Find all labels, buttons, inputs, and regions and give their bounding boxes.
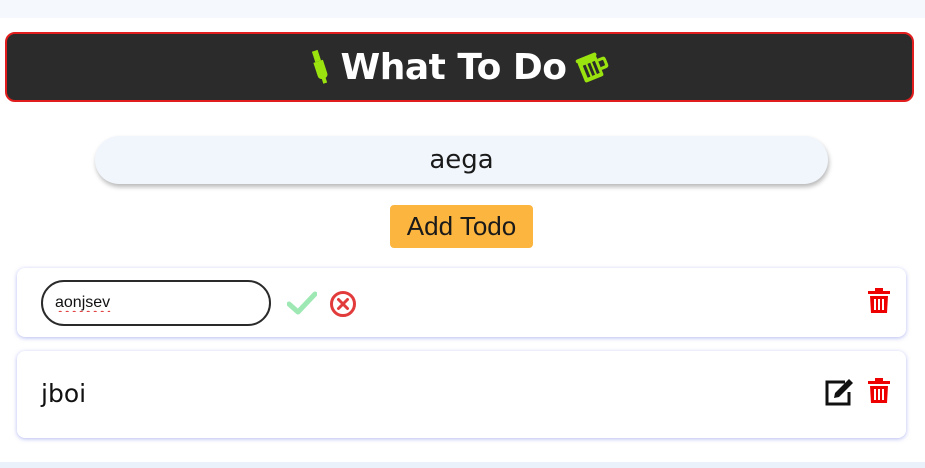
trash-icon[interactable]: [865, 287, 893, 315]
bottom-strip: [0, 462, 925, 468]
todo-item-editing: [17, 268, 906, 337]
app-title: What To Do: [340, 46, 567, 88]
todo-item: jboi: [17, 351, 906, 438]
new-todo-input[interactable]: [95, 136, 828, 184]
highlighter-icon: [308, 47, 332, 87]
edit-icon[interactable]: [823, 377, 855, 407]
todo-item-text: jboi: [41, 379, 87, 408]
app-page: What To Do Add Todo: [0, 0, 925, 468]
cancel-icon[interactable]: [329, 290, 357, 318]
app-header: What To Do: [5, 32, 914, 102]
top-strip: [0, 0, 925, 18]
beer-mug-icon: [575, 50, 611, 84]
new-todo-field-wrapper: [95, 136, 828, 184]
check-icon[interactable]: [287, 290, 317, 316]
trash-icon[interactable]: [865, 377, 893, 405]
add-todo-button[interactable]: Add Todo: [390, 205, 533, 248]
edit-todo-input[interactable]: [41, 280, 271, 326]
